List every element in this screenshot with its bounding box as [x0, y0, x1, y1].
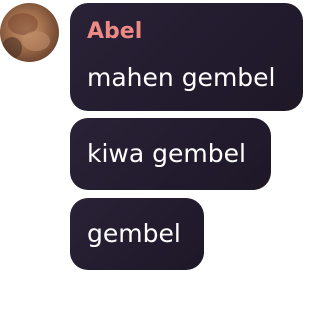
avatar-shade: [22, 31, 50, 51]
message-text: mahen gembel: [87, 63, 276, 92]
message-text: kiwa gembel: [87, 139, 246, 168]
message-text: gembel: [87, 219, 181, 248]
message-bubble[interactable]: gembel: [70, 198, 204, 270]
sender-name[interactable]: Abel: [87, 19, 142, 45]
avatar-shade: [2, 37, 22, 59]
avatar[interactable]: [0, 3, 59, 62]
message-bubble[interactable]: kiwa gembel: [70, 118, 271, 190]
message-bubble[interactable]: Abel mahen gembel: [70, 3, 303, 111]
